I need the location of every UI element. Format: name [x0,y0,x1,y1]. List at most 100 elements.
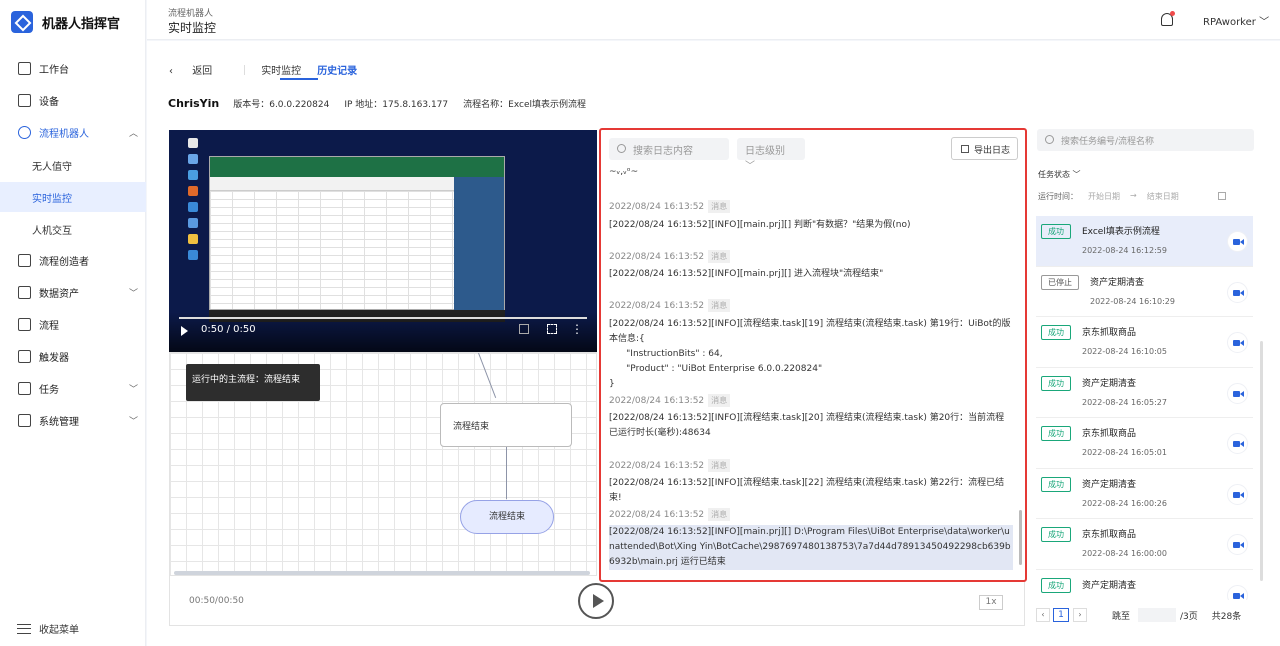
chevron-down-icon: ﹀ [128,417,138,427]
sidebar-subitem-live-monitor[interactable]: 实时监控 [0,182,146,212]
sidebar-item-trigger[interactable]: 触发器 [0,341,146,372]
calendar-icon[interactable] [1218,192,1226,200]
video-camera-icon[interactable] [1227,534,1248,555]
page-jump-input[interactable] [1138,608,1177,622]
desktop-icon [188,138,198,148]
desktop-icon [188,154,198,164]
sidebar-subitem-unattended[interactable]: 无人值守 [0,150,146,180]
recording-video[interactable]: 0:50 / 0:50 ⋮ [169,130,597,352]
task-record-item[interactable]: 成功 资产定期清查 [1036,570,1253,600]
sidebar-item-label: 系统管理 [39,417,79,428]
sidebar-item-label: 数据资产 [39,289,79,300]
search-icon [1045,135,1054,144]
end-date-input[interactable]: 结束日期 [1147,191,1179,202]
sidebar: 机器人指挥官 工作台 设备 流程机器人 ︿ 无人值守 实时监控 人机交互 流程创造… [0,0,146,646]
prev-page-button[interactable]: ‹ [1036,608,1050,622]
log-search-input[interactable]: 搜索日志内容 [609,138,729,160]
log-entry-message-highlighted: [2022/08/24 16:13:52][INFO][main.prj][] … [609,525,1013,570]
task-record-item[interactable]: 成功 资产定期清查 2022-08-24 16:00:26 [1036,469,1253,519]
log-timestamp: 2022/08/24 16:13:52 [609,252,705,262]
video-camera-icon[interactable] [1227,433,1248,454]
task-status-filter[interactable]: 任务状态 ﹀ [1038,169,1081,180]
run-time-label: 运行时间： [1038,192,1078,201]
fullscreen-icon[interactable] [547,324,557,334]
tab-history[interactable]: 历史记录 [317,62,357,77]
log-scrollbar[interactable] [1019,510,1022,565]
task-name: 京东抓取商品 [1082,328,1137,338]
status-badge: 成功 [1041,577,1071,593]
back-button[interactable]: ‹ 返回 [169,62,228,77]
flow-diagram[interactable]: 运行中的主流程：流程结束 流程结束 流程结束 [169,352,597,576]
user-menu[interactable]: RPAworker ﹀ [1203,13,1269,28]
export-log-button[interactable]: 导出日志 [951,137,1018,160]
video-progress-bar[interactable] [179,317,587,319]
log-level-select[interactable]: 日志级别 ﹀ [737,138,805,172]
chevron-down-icon: ﹀ [128,385,138,395]
task-record-item[interactable]: 成功 京东抓取商品 2022-08-24 16:10:05 [1036,317,1253,368]
volume-icon[interactable] [519,324,529,334]
task-record-item[interactable]: 成功 京东抓取商品 2022-08-24 16:00:00 [1036,519,1253,570]
sidebar-subitem-human-interaction[interactable]: 人机交互 [0,214,146,244]
task-status-label: 任务状态 [1038,170,1070,179]
sidebar-item-task[interactable]: 任务 ﹀ [0,373,146,404]
log-entry-message: [2022/08/24 16:13:52][INFO][main.prj][] … [609,269,884,279]
record-list-scrollbar[interactable] [1260,341,1263,581]
app-logo[interactable]: 机器人指挥官 [11,11,120,33]
video-camera-icon[interactable] [1227,332,1248,353]
sidebar-item-system-management[interactable]: 系统管理 ﹀ [0,405,146,436]
user-name: RPAworker [1203,17,1256,28]
sidebar-item-process-robot[interactable]: 流程机器人 ︿ [0,117,146,148]
sidebar-item-data-assets[interactable]: 数据资产 ﹀ [0,277,146,308]
start-date-input[interactable]: 开始日期 [1088,191,1120,202]
desktop-icon [188,218,198,228]
sidebar-item-process[interactable]: 流程 [0,309,146,340]
sidebar-subitem-label: 人机交互 [32,225,72,237]
horizontal-scrollbar[interactable] [174,571,590,575]
status-badge: 成功 [1041,224,1071,239]
video-camera-icon[interactable] [1227,281,1248,303]
record-search-input[interactable]: 搜索任务编号/流程名称 [1037,129,1254,151]
task-record-item[interactable]: 成功 资产定期清查 2022-08-24 16:05:27 [1036,368,1253,418]
log-timestamp: 2022/08/24 16:13:52 [609,202,705,212]
status-badge: 成功 [1041,375,1071,391]
video-camera-icon[interactable] [1227,231,1248,252]
task-record-item[interactable]: 成功 Excel填表示例流程 2022-08-24 16:12:59 [1036,216,1253,267]
video-camera-icon[interactable] [1227,382,1248,404]
sidebar-item-process-creator[interactable]: 流程创造者 [0,245,146,276]
video-play-icon[interactable] [181,326,188,336]
flow-end-node[interactable]: 流程结束 [460,500,554,534]
robot-icon [18,126,31,139]
flow-node[interactable]: 流程结束 [440,403,572,447]
playback-bar: 00:50/00:50 1x [169,576,1025,626]
current-page[interactable]: 1 [1053,608,1069,622]
trigger-icon [18,350,31,363]
breadcrumb[interactable]: 流程机器人 [168,6,213,19]
log-entry-timestamp: 2022/08/24 16:13:52 消息 [609,200,731,213]
log-fragment: ~ᵥ,ᵥᵒ~ [609,167,639,177]
sidebar-item-devices[interactable]: 设备 [0,85,146,116]
connector-line [506,447,507,499]
next-page-button[interactable]: › [1073,608,1087,622]
page-count: /3页 [1180,611,1198,622]
task-record-item[interactable]: 已停止 资产定期清查 2022-08-24 16:10:29 [1036,267,1253,317]
collapse-menu-button[interactable]: 收起菜单 [17,621,79,636]
sidebar-item-workbench[interactable]: 工作台 [0,53,146,84]
status-badge: 成功 [1041,426,1071,441]
more-options-icon[interactable]: ⋮ [571,322,583,336]
folder-icon [18,286,31,299]
chevron-left-icon: ‹ [169,66,173,77]
task-record-item[interactable]: 成功 京东抓取商品 2022-08-24 16:05:01 [1036,418,1253,469]
sidebar-item-label: 流程机器人 [39,129,89,140]
play-button[interactable] [578,583,614,619]
log-entry-message: [2022/08/24 16:13:52][INFO][流程结束.task][1… [609,319,1011,389]
speed-button[interactable]: 1x [979,595,1003,610]
log-level-tag: 消息 [708,394,731,407]
task-name: 资产定期清查 [1082,580,1137,591]
log-level-tag: 消息 [708,508,731,521]
log-entry-message: [2022/08/24 16:13:52][INFO][main.prj][] … [609,220,911,230]
task-date: 2022-08-24 16:10:05 [1082,347,1167,356]
video-camera-icon[interactable] [1227,483,1248,505]
tab-live-monitor[interactable]: 实时监控 [261,62,301,77]
video-camera-icon[interactable] [1227,584,1248,600]
status-badge: 已停止 [1041,274,1079,290]
